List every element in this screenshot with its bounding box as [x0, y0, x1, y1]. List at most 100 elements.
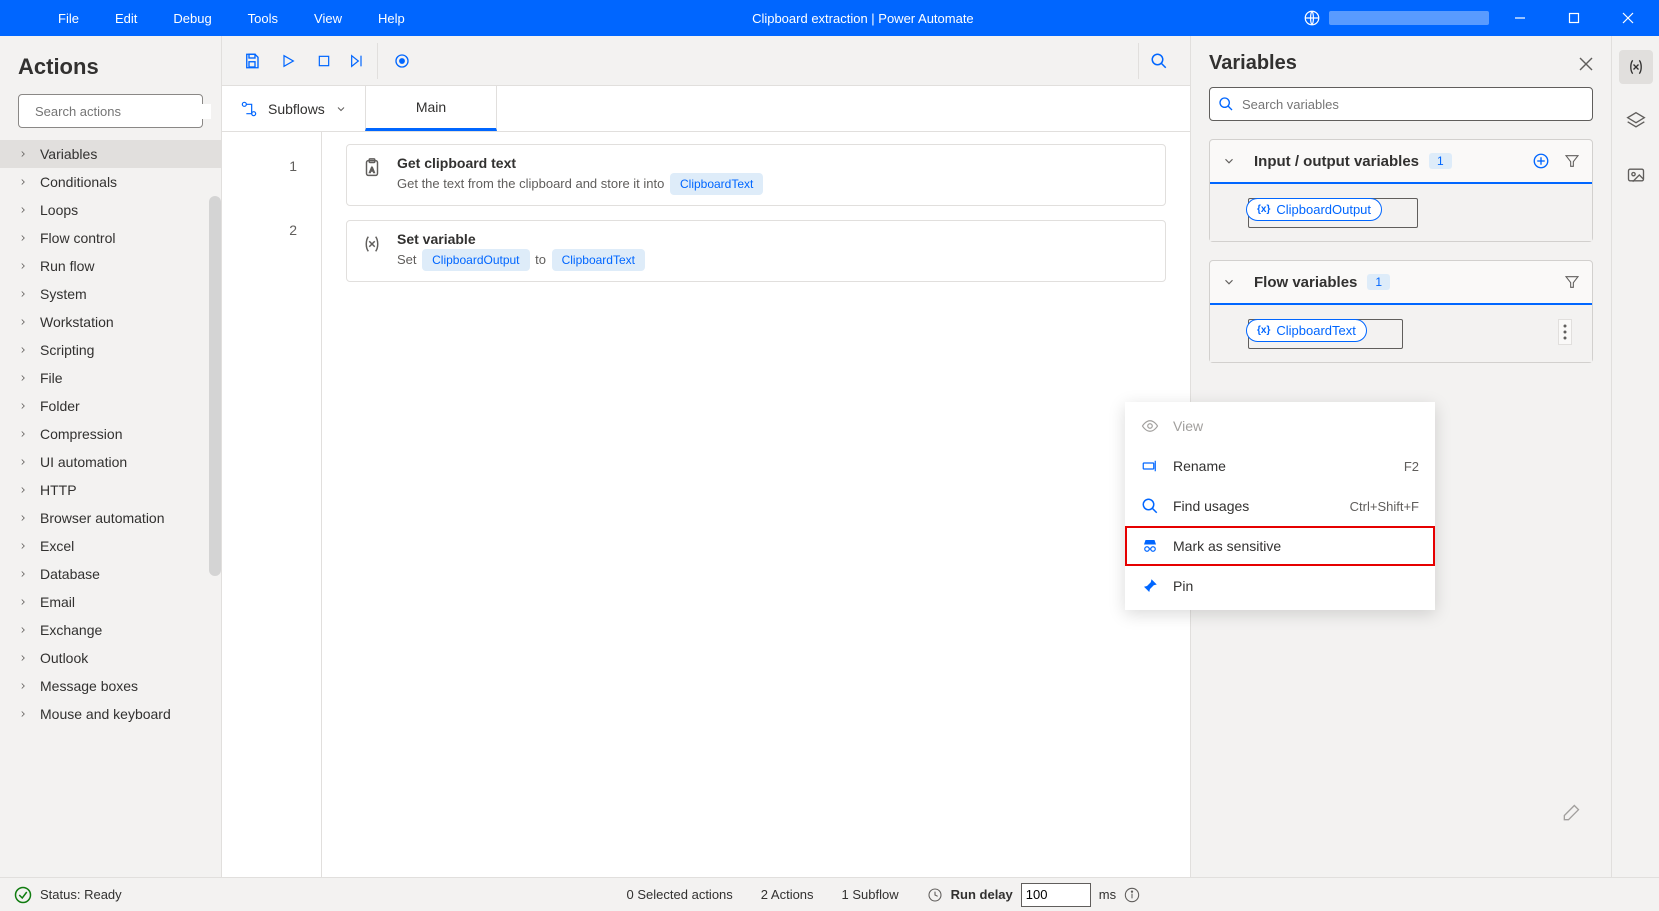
- action-category[interactable]: UI automation: [0, 448, 221, 476]
- rail-images-button[interactable]: [1619, 158, 1653, 192]
- variable-name: ClipboardOutput: [1276, 202, 1371, 217]
- step-title: Set variable: [397, 231, 1151, 247]
- chevron-down-icon: [335, 103, 347, 115]
- account-label[interactable]: [1329, 11, 1489, 25]
- menu-edit[interactable]: Edit: [97, 11, 155, 26]
- statusbar: Status: Ready 0 Selected actions 2 Actio…: [0, 877, 1659, 911]
- action-category[interactable]: Excel: [0, 532, 221, 560]
- scrollbar[interactable]: [209, 196, 221, 576]
- flow-count-badge: 1: [1367, 274, 1390, 290]
- ctx-find-usages[interactable]: Find usages Ctrl+Shift+F: [1125, 486, 1435, 526]
- chevron-down-icon: [1222, 154, 1236, 168]
- io-count-badge: 1: [1429, 153, 1452, 169]
- ctx-view: View: [1125, 406, 1435, 446]
- io-variables-title: Input / output variables: [1254, 153, 1419, 170]
- actions-heading: Actions: [0, 36, 221, 94]
- context-menu: View Rename F2 Find usages Ctrl+Shift+F …: [1125, 402, 1435, 610]
- ctx-label: Pin: [1173, 578, 1193, 594]
- add-variable-button[interactable]: [1532, 152, 1550, 170]
- menu-view[interactable]: View: [296, 11, 360, 26]
- io-variables-header[interactable]: Input / output variables 1: [1210, 140, 1592, 184]
- flow-step[interactable]: AGet clipboard textGet the text from the…: [346, 144, 1166, 206]
- stop-button[interactable]: [306, 43, 342, 79]
- step-button[interactable]: [342, 43, 378, 79]
- canvas-search-button[interactable]: [1138, 43, 1178, 79]
- variables-search[interactable]: [1209, 87, 1593, 121]
- save-button[interactable]: [234, 43, 270, 79]
- close-button[interactable]: [1605, 0, 1651, 36]
- variables-heading: Variables: [1209, 52, 1579, 75]
- action-category[interactable]: System: [0, 280, 221, 308]
- info-icon[interactable]: [1124, 887, 1140, 903]
- status-actions: 2 Actions: [761, 887, 814, 902]
- toolbar: [222, 36, 1190, 86]
- variables-search-input[interactable]: [1242, 97, 1584, 112]
- minimize-button[interactable]: [1497, 0, 1543, 36]
- action-category[interactable]: Workstation: [0, 308, 221, 336]
- right-rail: [1611, 36, 1659, 877]
- close-panel-button[interactable]: [1579, 57, 1593, 71]
- actions-search[interactable]: [18, 94, 203, 128]
- pin-icon: [1141, 577, 1159, 595]
- action-category[interactable]: Message boxes: [0, 672, 221, 700]
- action-category[interactable]: Variables: [0, 140, 221, 168]
- globe-icon[interactable]: [1303, 9, 1321, 27]
- eraser-icon[interactable]: [1561, 803, 1581, 823]
- filter-icon[interactable]: [1564, 274, 1580, 290]
- variable-chip[interactable]: {x} ClipboardText: [1246, 319, 1367, 342]
- rename-icon: [1141, 457, 1159, 475]
- run-delay-input[interactable]: [1021, 883, 1091, 907]
- tab-main[interactable]: Main: [365, 86, 497, 131]
- action-category[interactable]: File: [0, 364, 221, 392]
- titlebar: File Edit Debug Tools View Help Clipboar…: [0, 0, 1659, 36]
- step-description: Set ClipboardOutput to ClipboardText: [397, 249, 1151, 271]
- ctx-pin[interactable]: Pin: [1125, 566, 1435, 606]
- action-category[interactable]: Email: [0, 588, 221, 616]
- action-list[interactable]: VariablesConditionalsLoopsFlow controlRu…: [0, 140, 221, 877]
- menu-file[interactable]: File: [40, 11, 97, 26]
- action-category[interactable]: Mouse and keyboard: [0, 700, 221, 728]
- search-icon: [1218, 96, 1234, 112]
- action-category[interactable]: Flow control: [0, 224, 221, 252]
- action-category[interactable]: Conditionals: [0, 168, 221, 196]
- run-button[interactable]: [270, 43, 306, 79]
- ctx-label: Find usages: [1173, 498, 1249, 514]
- line-number: 2: [222, 214, 321, 278]
- action-category[interactable]: Outlook: [0, 644, 221, 672]
- menu-help[interactable]: Help: [360, 11, 423, 26]
- variable-chip[interactable]: {x} ClipboardOutput: [1246, 198, 1382, 221]
- subflows-dropdown[interactable]: Subflows: [222, 86, 365, 131]
- rail-variables-button[interactable]: [1619, 50, 1653, 84]
- ctx-mark-sensitive[interactable]: Mark as sensitive: [1125, 526, 1435, 566]
- ctx-label: Mark as sensitive: [1173, 538, 1281, 554]
- ctx-rename[interactable]: Rename F2: [1125, 446, 1435, 486]
- more-options-button[interactable]: [1558, 319, 1572, 345]
- flow-variables-header[interactable]: Flow variables 1: [1210, 261, 1592, 305]
- menu-tools[interactable]: Tools: [230, 11, 296, 26]
- menu-debug[interactable]: Debug: [155, 11, 229, 26]
- action-category[interactable]: Database: [0, 560, 221, 588]
- action-category[interactable]: Scripting: [0, 336, 221, 364]
- action-category[interactable]: HTTP: [0, 476, 221, 504]
- variable-icon: {x}: [1257, 325, 1270, 336]
- action-category[interactable]: Loops: [0, 196, 221, 224]
- action-category[interactable]: Exchange: [0, 616, 221, 644]
- status-subflows: 1 Subflow: [842, 887, 899, 902]
- rail-layers-button[interactable]: [1619, 104, 1653, 138]
- actions-search-input[interactable]: [35, 104, 211, 119]
- action-category[interactable]: Run flow: [0, 252, 221, 280]
- maximize-button[interactable]: [1551, 0, 1597, 36]
- menubar: File Edit Debug Tools View Help: [0, 11, 423, 26]
- step-icon: [361, 233, 383, 255]
- record-button[interactable]: [384, 43, 420, 79]
- flow-icon: [240, 101, 258, 117]
- status-text: Status: Ready: [40, 887, 122, 902]
- line-numbers: 1 2: [222, 132, 322, 877]
- step-description: Get the text from the clipboard and stor…: [397, 173, 1151, 195]
- flow-step[interactable]: Set variable Set ClipboardOutput to Clipb…: [346, 220, 1166, 282]
- search-icon: [1141, 497, 1159, 515]
- action-category[interactable]: Folder: [0, 392, 221, 420]
- action-category[interactable]: Browser automation: [0, 504, 221, 532]
- action-category[interactable]: Compression: [0, 420, 221, 448]
- filter-icon[interactable]: [1564, 153, 1580, 169]
